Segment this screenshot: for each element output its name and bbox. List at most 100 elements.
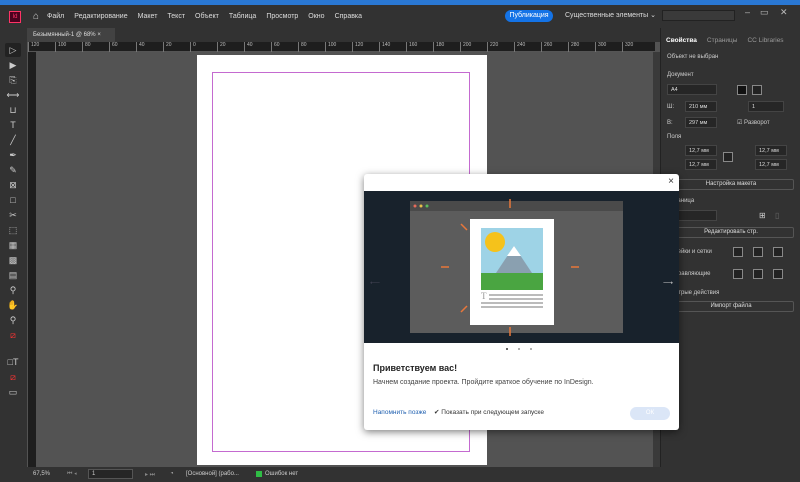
- preset-dropdown[interactable]: A4: [667, 84, 717, 95]
- close-dialog-icon[interactable]: ×: [668, 176, 674, 187]
- smart-guides-icon[interactable]: [773, 269, 783, 279]
- portrait-orientation-icon[interactable]: [737, 85, 747, 95]
- direct-selection-tool-icon[interactable]: ▶: [5, 58, 21, 72]
- close-tab-icon[interactable]: ×: [97, 32, 101, 38]
- ruler-tick: 300: [595, 42, 622, 52]
- page-tool-icon[interactable]: ⎘: [5, 73, 21, 87]
- baseline-grid-icon[interactable]: [773, 247, 783, 257]
- workspace-switcher[interactable]: Существенные элементы ⌄: [565, 11, 656, 19]
- document-tab-bar: Безымянный-1 @ 68% ×: [27, 28, 660, 42]
- edit-page-button[interactable]: Редактировать стр.: [668, 227, 794, 238]
- home-icon[interactable]: ⌂: [33, 11, 39, 22]
- gradient-feather-icon[interactable]: ▩: [5, 253, 21, 267]
- page-number-field[interactable]: 1: [88, 469, 133, 479]
- free-transform-tool-icon[interactable]: ⬚: [5, 223, 21, 237]
- line-tool-icon[interactable]: ╱: [5, 133, 21, 147]
- show-next-checkbox[interactable]: ✔ Показать при следующем запуске: [434, 408, 544, 416]
- layout-settings-button[interactable]: Настройка макета: [668, 179, 794, 190]
- maximize-icon[interactable]: ▭: [760, 7, 769, 18]
- gradient-tool-icon[interactable]: ▦: [5, 238, 21, 252]
- menu-help[interactable]: Справка: [335, 13, 362, 20]
- pencil-tool-icon[interactable]: ✎: [5, 163, 21, 177]
- content-collector-icon[interactable]: ⊔: [5, 103, 21, 117]
- next-page-icon[interactable]: ▸ ⏭: [145, 471, 155, 479]
- menu-view[interactable]: Просмотр: [266, 13, 298, 20]
- vertical-ruler: [28, 52, 36, 467]
- document-tab[interactable]: Безымянный-1 @ 68% ×: [27, 28, 115, 42]
- menu-layout[interactable]: Макет: [138, 13, 158, 20]
- ok-button[interactable]: ОК: [630, 407, 670, 420]
- grid-icon[interactable]: [753, 247, 763, 257]
- screen-mode-icon[interactable]: ▭: [5, 385, 21, 399]
- add-page-icon[interactable]: ⊞: [759, 211, 766, 220]
- status-bar: 67,5% ⏮ ◂ 1 ▸ ⏭ ◔ [Основной] (рабо... Ош…: [0, 467, 800, 482]
- illustration-svg: T: [410, 199, 623, 336]
- menu-table[interactable]: Таблица: [229, 13, 256, 20]
- tab-cc-libraries[interactable]: CC Libraries: [742, 35, 788, 46]
- scissors-tool-icon[interactable]: ✂: [5, 208, 21, 222]
- tab-properties[interactable]: Свойства: [661, 35, 702, 46]
- delete-page-icon[interactable]: ▯: [775, 211, 779, 220]
- tab-pages[interactable]: Страницы: [702, 35, 743, 46]
- height-field[interactable]: 297 мм: [685, 117, 717, 128]
- pages-count-field[interactable]: 1: [748, 101, 784, 112]
- menu-object[interactable]: Объект: [195, 13, 219, 20]
- lock-guides-icon[interactable]: [753, 269, 763, 279]
- previous-slide-icon[interactable]: ⟵: [370, 279, 380, 287]
- ruler-tick: 240: [514, 42, 541, 52]
- ruler-tick: 80: [298, 42, 325, 52]
- zoom-tool-icon[interactable]: ⚲: [5, 313, 21, 327]
- menu-window[interactable]: Окно: [308, 13, 324, 20]
- menu-edit[interactable]: Редактирование: [74, 13, 127, 20]
- remind-later-link[interactable]: Напомнить позже: [373, 409, 426, 416]
- slide-indicator[interactable]: [506, 348, 532, 350]
- show-next-label: Показать при следующем запуске: [441, 409, 544, 416]
- link-margins-icon[interactable]: [723, 152, 733, 162]
- rulers-icon[interactable]: [733, 247, 743, 257]
- tools-panel: ▷ ▶ ⎘ ⟷ ⊔ T ╱ ✒ ✎ ⊠ □ ✂ ⬚ ▦ ▩ ▤ ⚲ ✋ ⚲ ⧄ …: [0, 28, 27, 467]
- close-window-icon[interactable]: ✕: [780, 7, 788, 18]
- menu-file[interactable]: Файл: [47, 13, 64, 20]
- first-page-icon[interactable]: ⏮ ◂: [67, 471, 77, 478]
- zoom-level[interactable]: 67,5%: [33, 471, 50, 477]
- indesign-logo: Id: [9, 10, 21, 23]
- ruler-tick: 200: [460, 42, 487, 52]
- gap-tool-icon[interactable]: ⟷: [5, 88, 21, 102]
- selection-tool-icon[interactable]: ▷: [5, 43, 21, 57]
- pen-tool-icon[interactable]: ✒: [5, 148, 21, 162]
- minimize-icon[interactable]: –: [745, 7, 750, 17]
- ruler-tick: 20: [163, 42, 190, 52]
- ruler-tick: 0: [190, 42, 217, 52]
- guides-icon[interactable]: [733, 269, 743, 279]
- margin-left-field[interactable]: 12,7 мм: [755, 145, 787, 156]
- open-document-icon[interactable]: ◔: [170, 471, 174, 477]
- type-tool-icon[interactable]: T: [5, 118, 21, 132]
- next-slide-icon[interactable]: ⟶: [663, 279, 673, 287]
- properties-panel: Свойства Страницы CC Libraries Объект не…: [660, 28, 800, 482]
- eyedropper-tool-icon[interactable]: ⚲: [5, 283, 21, 297]
- checkmark-icon: ✔: [434, 409, 440, 416]
- publish-button[interactable]: Публикация: [505, 10, 553, 22]
- search-input[interactable]: [662, 10, 735, 21]
- facing-pages-checkbox[interactable]: ☑ Разворот: [737, 119, 770, 126]
- document-label: Документ: [667, 72, 694, 78]
- ruler-tick: 280: [568, 42, 595, 52]
- style-dropdown[interactable]: [Основной] (рабо...: [186, 471, 239, 477]
- import-file-button[interactable]: Импорт файла: [668, 301, 794, 312]
- preflight-status[interactable]: Ошибок нет: [265, 471, 298, 477]
- margin-top-field[interactable]: 12,7 мм: [685, 145, 717, 156]
- ruler-tick: 60: [109, 42, 136, 52]
- menu-text[interactable]: Текст: [167, 13, 185, 20]
- hand-tool-icon[interactable]: ✋: [5, 298, 21, 312]
- width-field[interactable]: 210 мм: [685, 101, 717, 112]
- margin-bottom-field[interactable]: 12,7 мм: [685, 159, 717, 170]
- formatting-icon[interactable]: □T: [5, 355, 21, 369]
- note-tool-icon[interactable]: ▤: [5, 268, 21, 282]
- ruler-tick: 60: [271, 42, 298, 52]
- margin-right-field[interactable]: 12,7 мм: [755, 159, 787, 170]
- apply-none-icon[interactable]: ⧄: [5, 370, 21, 384]
- fill-stroke-icon[interactable]: ⧄: [5, 328, 21, 354]
- landscape-orientation-icon[interactable]: [752, 85, 762, 95]
- rectangle-tool-icon[interactable]: □: [5, 193, 21, 207]
- rectangle-frame-tool-icon[interactable]: ⊠: [5, 178, 21, 192]
